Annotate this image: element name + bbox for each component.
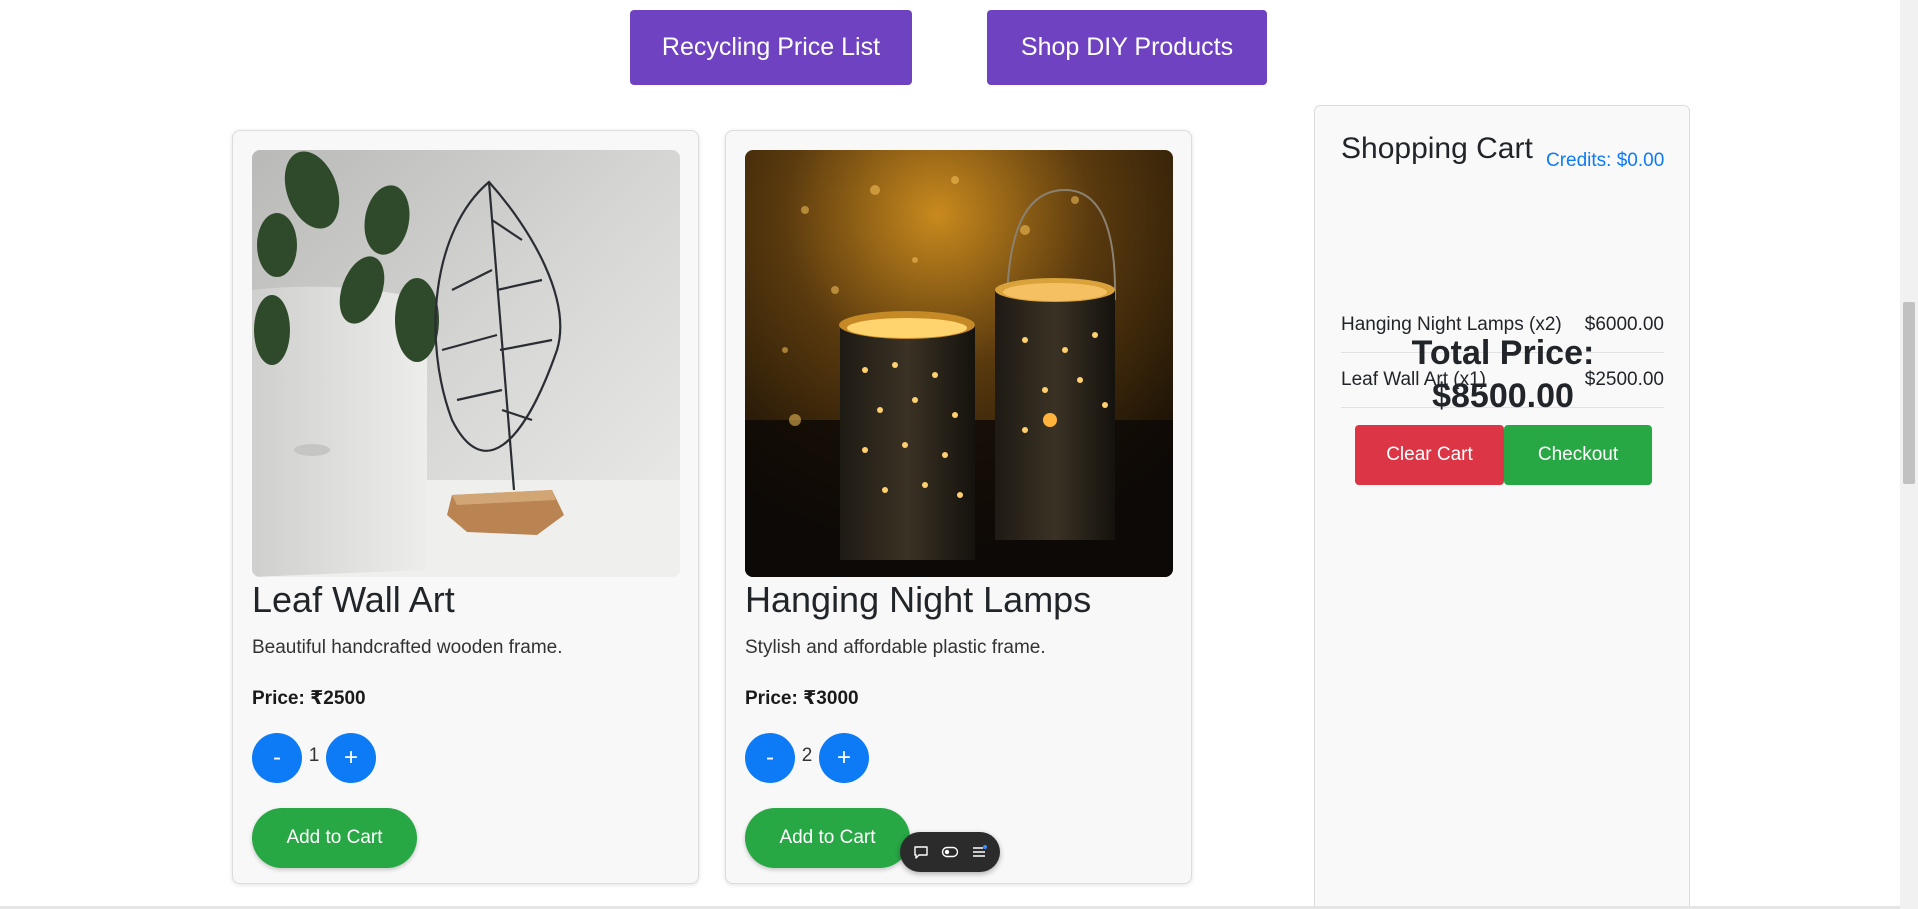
product-card-leaf-wall-art: Leaf Wall Art Beautiful handcrafted wood… [232,130,699,884]
quantity-value: 2 [801,745,813,766]
clear-cart-button[interactable]: Clear Cart [1355,425,1504,485]
page-scrollbar[interactable] [1900,0,1918,909]
cart-total: Total Price: $8500.00 [1315,332,1691,418]
product-title: Leaf Wall Art [252,579,455,620]
product-price: Price: ₹3000 [745,688,859,709]
product-price: Price: ₹2500 [252,688,366,709]
menu-icon[interactable] [968,841,990,863]
product-card-hanging-night-lamps: Hanging Night Lamps Stylish and affordab… [725,130,1192,884]
decrease-quantity-button[interactable]: - [745,733,795,783]
total-price-value: $8500.00 [1432,377,1574,415]
product-image-leaf-wall-art [252,150,680,577]
quantity-value: 1 [308,745,320,766]
recycling-price-list-button[interactable]: Recycling Price List [630,10,912,85]
floating-toolbar [900,832,1000,872]
product-title: Hanging Night Lamps [745,579,1092,620]
add-to-cart-button[interactable]: Add to Cart [252,808,417,868]
page: Recycling Price List Shop DIY Products L… [0,0,1918,909]
cart-credits: Credits: $0.00 [1546,150,1665,171]
shop-diy-products-button[interactable]: Shop DIY Products [987,10,1267,85]
scrollbar-thumb[interactable] [1903,302,1915,484]
product-description: Beautiful handcrafted wooden frame. [252,637,563,658]
shopping-cart-panel: Shopping Cart Credits: $0.00 Hanging Nig… [1314,105,1690,909]
product-description: Stylish and affordable plastic frame. [745,637,1046,658]
chat-bubble-icon[interactable] [910,841,932,863]
total-price-label: Total Price: [1411,334,1595,372]
toggle-icon[interactable] [939,841,961,863]
cart-title: Shopping Cart [1341,132,1533,165]
increase-quantity-button[interactable]: + [819,733,869,783]
increase-quantity-button[interactable]: + [326,733,376,783]
product-image-hanging-night-lamps [745,150,1173,577]
decrease-quantity-button[interactable]: - [252,733,302,783]
add-to-cart-button[interactable]: Add to Cart [745,808,910,868]
checkout-button[interactable]: Checkout [1504,425,1652,485]
